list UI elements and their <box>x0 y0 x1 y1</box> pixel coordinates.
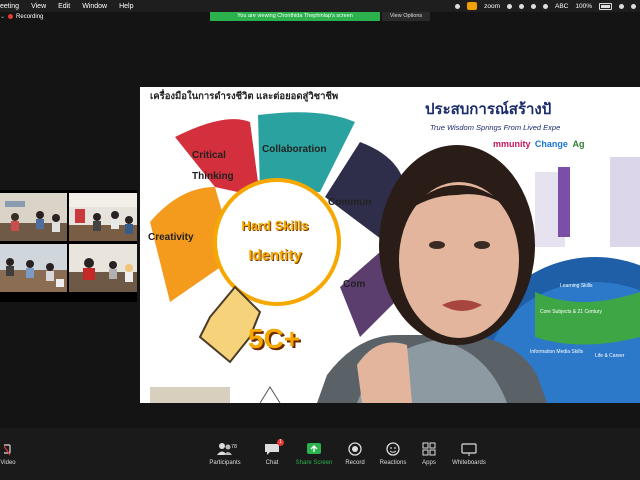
keyboard-input[interactable]: ABC <box>555 3 568 10</box>
share-screen-label: Share Screen <box>295 460 333 466</box>
whiteboard-icon <box>461 442 477 456</box>
record-label: Record <box>345 460 365 466</box>
control-center-icon[interactable] <box>631 3 636 9</box>
reactions-button[interactable]: Reactions <box>376 430 410 478</box>
participants-button[interactable]: 78 Participants <box>204 430 246 478</box>
video-icon <box>0 442 12 456</box>
globe-label: Life & Career <box>595 353 625 359</box>
wifi-icon[interactable] <box>619 3 624 9</box>
video-button[interactable]: Video <box>0 430 16 478</box>
chat-icon: 1 <box>264 439 284 456</box>
hard-skills-label: Hard Skills <box>241 218 309 233</box>
zoom-status-icon[interactable] <box>467 2 478 10</box>
tag-agency: Ag <box>572 139 585 149</box>
status-area: zoom ABC 100% <box>455 0 636 12</box>
zoom-label[interactable]: zoom <box>484 3 500 10</box>
meeting-toolbar: Video 78 Participants 1 Chat Share Scree… <box>0 428 640 480</box>
video-tile[interactable] <box>0 193 67 241</box>
display-icon[interactable] <box>531 3 536 9</box>
menu-meeting[interactable]: eeting <box>0 3 19 10</box>
thinking-word: Thinking <box>192 171 234 182</box>
record-dot-icon <box>8 14 14 19</box>
battery-icon[interactable] <box>599 2 612 10</box>
critical-label: Critical Thinking <box>192 150 234 182</box>
video-tile[interactable] <box>0 244 67 292</box>
chevron-down-icon[interactable]: ⌄ <box>0 13 5 20</box>
menu-bar: eeting View Edit Window Help zoom ABC 10… <box>0 0 640 12</box>
participants-icon: 78 <box>217 442 237 456</box>
recording-indicator[interactable]: ⌄ Recording <box>0 13 44 21</box>
recording-label: Recording <box>16 13 44 20</box>
record-button[interactable]: Record <box>340 430 370 478</box>
menu-edit[interactable]: Edit <box>58 3 70 10</box>
menu-window[interactable]: Window <box>82 3 107 10</box>
slide-subtitle: True Wisdom Springs From Lived Expe <box>430 123 561 132</box>
video-tile[interactable] <box>69 193 137 241</box>
app-menu: eeting View Edit Window Help <box>0 3 134 10</box>
apps-icon <box>421 442 437 456</box>
video-tile[interactable] <box>69 244 137 292</box>
battery-percent: 100% <box>575 2 592 10</box>
status-icon[interactable] <box>455 3 461 9</box>
chat-badge: 1 <box>277 439 284 446</box>
share-screen-button[interactable]: Share Screen <box>294 430 334 478</box>
slide-title: เครื่องมือในการดำรงชีวิต และต่อยอดสู่วิช… <box>150 91 339 102</box>
participant-count: 78 <box>231 444 238 450</box>
globe-label: Learning Skills <box>560 283 593 289</box>
record-icon <box>347 442 363 456</box>
video-label: Video <box>0 460 16 466</box>
chat-button[interactable]: 1 Chat <box>258 430 286 478</box>
presenter-video <box>317 145 547 403</box>
whiteboards-button[interactable]: Whiteboards <box>448 430 490 478</box>
whiteboards-label: Whiteboards <box>452 460 486 466</box>
apps-label: Apps <box>422 460 436 466</box>
share-banner: You are viewing Chonthida Thephinlap's s… <box>210 12 380 21</box>
identity-label: Identity <box>248 247 302 264</box>
participants-label: Participants <box>209 460 241 466</box>
language-flag-icon[interactable] <box>543 3 548 9</box>
reactions-icon <box>385 442 401 456</box>
menu-help[interactable]: Help <box>119 3 133 10</box>
critical-word: Critical <box>192 150 226 161</box>
cloud-icon[interactable] <box>519 3 524 9</box>
slide-heading: ประสบการณ์สร้างปั <box>425 101 552 118</box>
creativity-label: Creativity <box>148 232 194 243</box>
menu-view[interactable]: View <box>31 3 46 10</box>
chat-label: Chat <box>265 460 279 466</box>
apps-button[interactable]: Apps <box>416 430 442 478</box>
share-screen-icon <box>306 442 322 456</box>
view-options-button[interactable]: View Options <box>382 12 430 21</box>
gallery-thumbnails <box>0 190 137 302</box>
bluetooth-icon[interactable] <box>507 3 512 9</box>
five-c-badge: 5C+ <box>248 323 301 354</box>
reactions-label: Reactions <box>379 460 407 466</box>
